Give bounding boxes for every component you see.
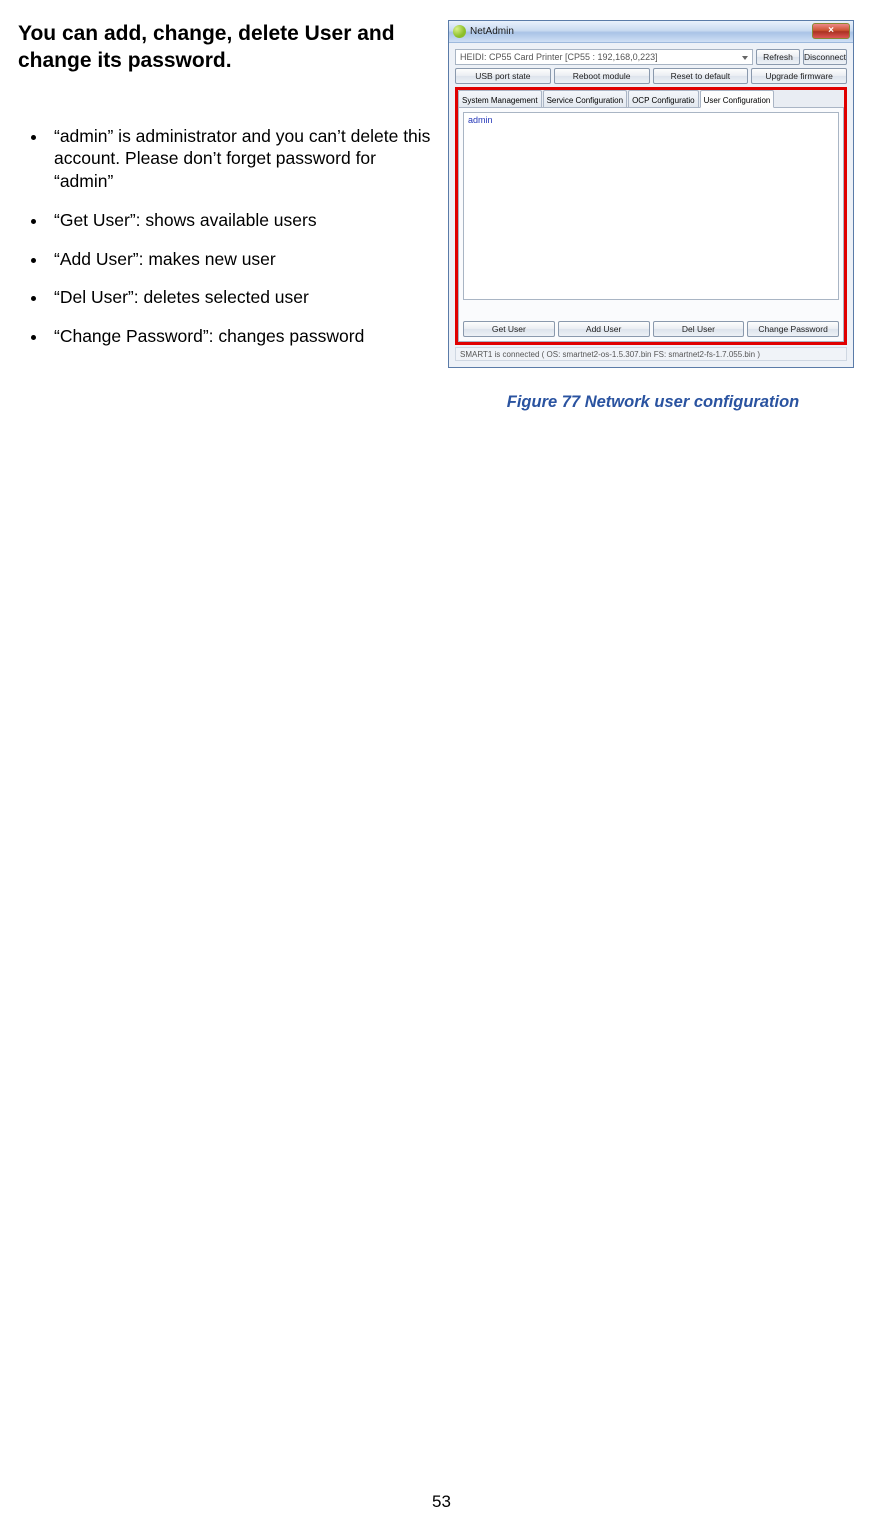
tab-system-management[interactable]: System Management — [458, 90, 542, 107]
tab-ocp-configuration[interactable]: OCP Configuratio — [628, 90, 699, 107]
change-password-button[interactable]: Change Password — [747, 321, 839, 337]
bullet-list: “admin” is administrator and you can’t d… — [18, 125, 438, 348]
right-column: NetAdmin × HEIDI: CP55 Card Printer [CP5… — [448, 20, 858, 412]
user-listbox[interactable]: admin — [463, 112, 839, 300]
add-user-button[interactable]: Add User — [558, 321, 650, 337]
titlebar[interactable]: NetAdmin × — [449, 21, 853, 43]
del-user-button[interactable]: Del User — [653, 321, 745, 337]
list-item: “admin” is administrator and you can’t d… — [48, 125, 438, 193]
app-icon — [453, 25, 466, 38]
combo-text: HEIDI: CP55 Card Printer [CP55 : 192,168… — [460, 52, 658, 62]
close-button[interactable]: × — [812, 23, 850, 39]
page-number: 53 — [0, 1492, 883, 1512]
reset-default-button[interactable]: Reset to default — [653, 68, 749, 84]
list-item: “Add User”: makes new user — [48, 248, 438, 271]
upgrade-firmware-button[interactable]: Upgrade firmware — [751, 68, 847, 84]
tab-bar: System Management Service Configuration … — [458, 90, 844, 108]
disconnect-button[interactable]: Disconnect — [803, 49, 847, 65]
app-window: NetAdmin × HEIDI: CP55 Card Printer [CP5… — [448, 20, 854, 368]
refresh-button[interactable]: Refresh — [756, 49, 800, 65]
left-column: You can add, change, delete User and cha… — [18, 20, 438, 412]
status-bar: SMART1 is connected ( OS: smartnet2-os-1… — [455, 347, 847, 361]
section-heading: You can add, change, delete User and cha… — [18, 20, 438, 75]
reboot-module-button[interactable]: Reboot module — [554, 68, 650, 84]
list-item: “Del User”: deletes selected user — [48, 286, 438, 309]
list-item-admin[interactable]: admin — [468, 115, 834, 125]
printer-combo[interactable]: HEIDI: CP55 Card Printer [CP55 : 192,168… — [455, 49, 753, 65]
tab-service-configuration[interactable]: Service Configuration — [543, 90, 627, 107]
list-item: “Get User”: shows available users — [48, 209, 438, 232]
list-item: “Change Password”: changes password — [48, 325, 438, 348]
window-title: NetAdmin — [470, 26, 514, 37]
highlight-box: System Management Service Configuration … — [455, 87, 847, 345]
usb-port-state-button[interactable]: USB port state — [455, 68, 551, 84]
get-user-button[interactable]: Get User — [463, 321, 555, 337]
tab-panel: admin Get User Add User Del User Change … — [458, 108, 844, 342]
tab-user-configuration[interactable]: User Configuration — [700, 90, 775, 108]
figure-caption: Figure 77 Network user configuration — [448, 393, 858, 412]
